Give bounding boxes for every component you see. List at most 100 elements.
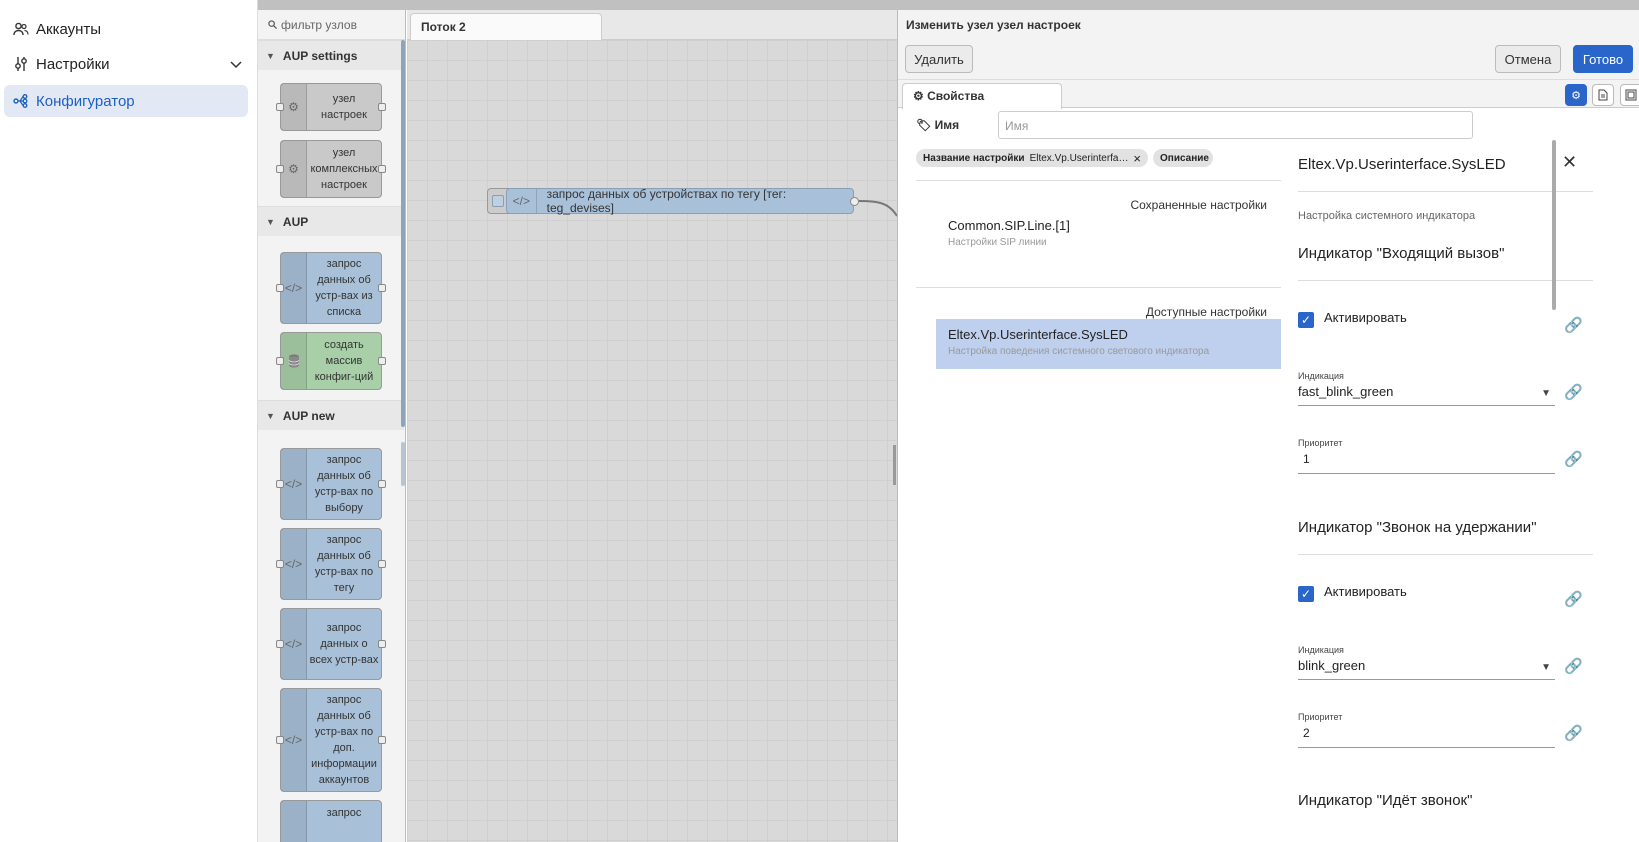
close-icon[interactable]: × (1133, 151, 1141, 166)
cancel-button[interactable]: Отмена (1495, 45, 1561, 73)
list-item[interactable]: Common.SIP.Line.[1] Настройки SIP линии (936, 210, 1281, 256)
left-navigation: Аккаунты Настройки Конфигуратор (0, 0, 258, 842)
field-label: Индикация (1298, 371, 1344, 381)
users-icon (12, 20, 30, 38)
output-port (378, 103, 386, 111)
code-file-icon: </> (507, 189, 537, 213)
category-aup-settings[interactable]: ▼ AUP settings (258, 40, 404, 70)
section-heading: Индикатор "Входящий вызов" (1298, 245, 1505, 262)
divider (1298, 191, 1593, 192)
chip-label: Название настройки (923, 152, 1025, 164)
link-icon[interactable]: 🔗 (1564, 724, 1583, 742)
select-value: blink_green (1298, 658, 1366, 673)
output-port (378, 736, 386, 744)
code-file-icon: </> (281, 449, 307, 519)
link-icon[interactable]: 🔗 (1564, 450, 1583, 468)
output-port (378, 640, 386, 648)
palette-node[interactable]: </> запрос данных об устр-вах по тегу (276, 528, 386, 600)
field-label: Приоритет (1298, 712, 1343, 722)
output-port (378, 357, 386, 365)
nav-item-configurator[interactable]: Конфигуратор (4, 85, 248, 117)
category-label: AUP new (282, 408, 335, 423)
detail-subtitle: Настройка системного индикатора (1298, 210, 1476, 222)
divider (1298, 280, 1593, 281)
input-port (276, 736, 284, 744)
indication-select[interactable]: blink_green ▼ (1298, 658, 1555, 680)
editor-header: Изменить узел узел настроек Удалить Отме… (898, 10, 1639, 80)
editor-title: Изменить узел узел настроек (906, 18, 1081, 32)
node-label: запрос данных об устр-вах по доп. информ… (311, 694, 377, 786)
activate-checkbox[interactable]: ✓ (1298, 586, 1314, 602)
flow-canvas[interactable]: </> запрос данных об устройствах по тегу… (407, 40, 898, 842)
panel-splitter[interactable] (893, 445, 896, 485)
activate-checkbox[interactable]: ✓ (1298, 312, 1314, 328)
list-item-title: Eltex.Vp.Userinterface.SysLED (948, 327, 1128, 342)
divider (916, 180, 1281, 181)
input-port (276, 165, 284, 173)
tab-properties[interactable]: ⚙ Свойства (902, 83, 1062, 109)
checkbox-label: Активировать (1324, 584, 1407, 599)
output-port[interactable] (850, 197, 859, 206)
link-icon[interactable]: 🔗 (1564, 383, 1583, 401)
output-port (378, 284, 386, 292)
palette-node[interactable]: ⚙ узел настроек (276, 83, 386, 131)
flow-node[interactable]: </> запрос данных об устройствах по тегу… (506, 187, 854, 215)
priority-input[interactable]: 1 (1298, 452, 1555, 474)
palette-node[interactable]: </> запрос данных о всех устр-вах (276, 608, 386, 680)
field-label: Индикация (1298, 645, 1344, 655)
flow-workspace: Поток 2 </> запрос данных об устройствах… (407, 10, 898, 842)
palette-node[interactable]: ⚙ узел комплексных настроек (276, 140, 386, 198)
done-button[interactable]: Готово (1573, 45, 1633, 73)
list-item-subtitle: Настройки SIP линии (948, 237, 1047, 248)
detail-scrollbar[interactable] (1552, 140, 1556, 310)
delete-button[interactable]: Удалить (905, 45, 973, 73)
node-label: создать массив конфиг-ций (314, 339, 374, 383)
palette-node[interactable]: </> запрос данных об устр-вах по выбору (276, 448, 386, 520)
field-label: Приоритет (1298, 438, 1343, 448)
palette-search[interactable]: фильтр узлов (258, 10, 405, 40)
node-label: запрос данных о всех устр-вах (309, 622, 379, 666)
palette-node[interactable]: создать массив конфиг-ций (276, 332, 386, 390)
list-item-selected[interactable]: Eltex.Vp.Userinterface.SysLED Настройка … (936, 319, 1281, 369)
document-icon[interactable] (1592, 84, 1614, 106)
name-label-text: Имя (934, 118, 960, 132)
gear-icon: ⚙ (281, 84, 307, 130)
close-icon[interactable]: ✕ (1562, 152, 1577, 173)
frame-icon[interactable] (1620, 84, 1639, 106)
tab-flow-2[interactable]: Поток 2 (410, 13, 602, 41)
link-icon[interactable]: 🔗 (1564, 590, 1583, 608)
category-aup-new[interactable]: ▼ AUP new (258, 400, 404, 430)
chevron-down-icon[interactable] (230, 56, 242, 73)
name-label: 🏷 Имя (916, 118, 959, 132)
palette-node[interactable]: запрос (280, 800, 382, 842)
link-icon[interactable]: 🔗 (1564, 316, 1583, 334)
nav-item-accounts[interactable]: Аккаунты (4, 13, 248, 45)
search-icon (268, 18, 277, 32)
caret-down-icon: ▼ (266, 50, 275, 61)
indication-select[interactable]: fast_blink_green ▼ (1298, 384, 1555, 406)
priority-input[interactable]: 2 (1298, 726, 1555, 748)
app-root: Аккаунты Настройки Конфигуратор фильтр у… (0, 0, 1639, 842)
list-item-title: Common.SIP.Line.[1] (948, 218, 1070, 233)
output-port (378, 165, 386, 173)
gear-icon[interactable]: ⚙ (1565, 84, 1587, 106)
dropdown-arrow-icon: ▼ (1541, 662, 1551, 673)
caret-down-icon: ▼ (266, 410, 275, 421)
node-label: запрос (326, 807, 362, 819)
nav-item-settings[interactable]: Настройки (4, 48, 248, 80)
input-port (276, 640, 284, 648)
palette-scrollbar-thumb[interactable] (401, 442, 405, 486)
category-aup[interactable]: ▼ AUP (258, 206, 404, 236)
palette-node[interactable]: </> запрос данных об устр-вах по доп. ин… (276, 688, 386, 792)
input-port (276, 560, 284, 568)
dropdown-arrow-icon: ▼ (1541, 388, 1551, 399)
output-port (378, 480, 386, 488)
code-file-icon: </> (281, 609, 307, 679)
palette-node[interactable]: </> запрос данных об устр-вах из списка (276, 252, 386, 324)
description-chip[interactable]: Описание (1153, 149, 1213, 167)
code-file-icon: </> (281, 529, 307, 599)
link-icon[interactable]: 🔗 (1564, 657, 1583, 675)
name-input[interactable]: Имя (998, 111, 1473, 139)
setting-name-chip[interactable]: Название настройки Eltex.Vp.Userinterfa…… (916, 149, 1148, 167)
palette-scrollbar[interactable] (401, 40, 405, 427)
